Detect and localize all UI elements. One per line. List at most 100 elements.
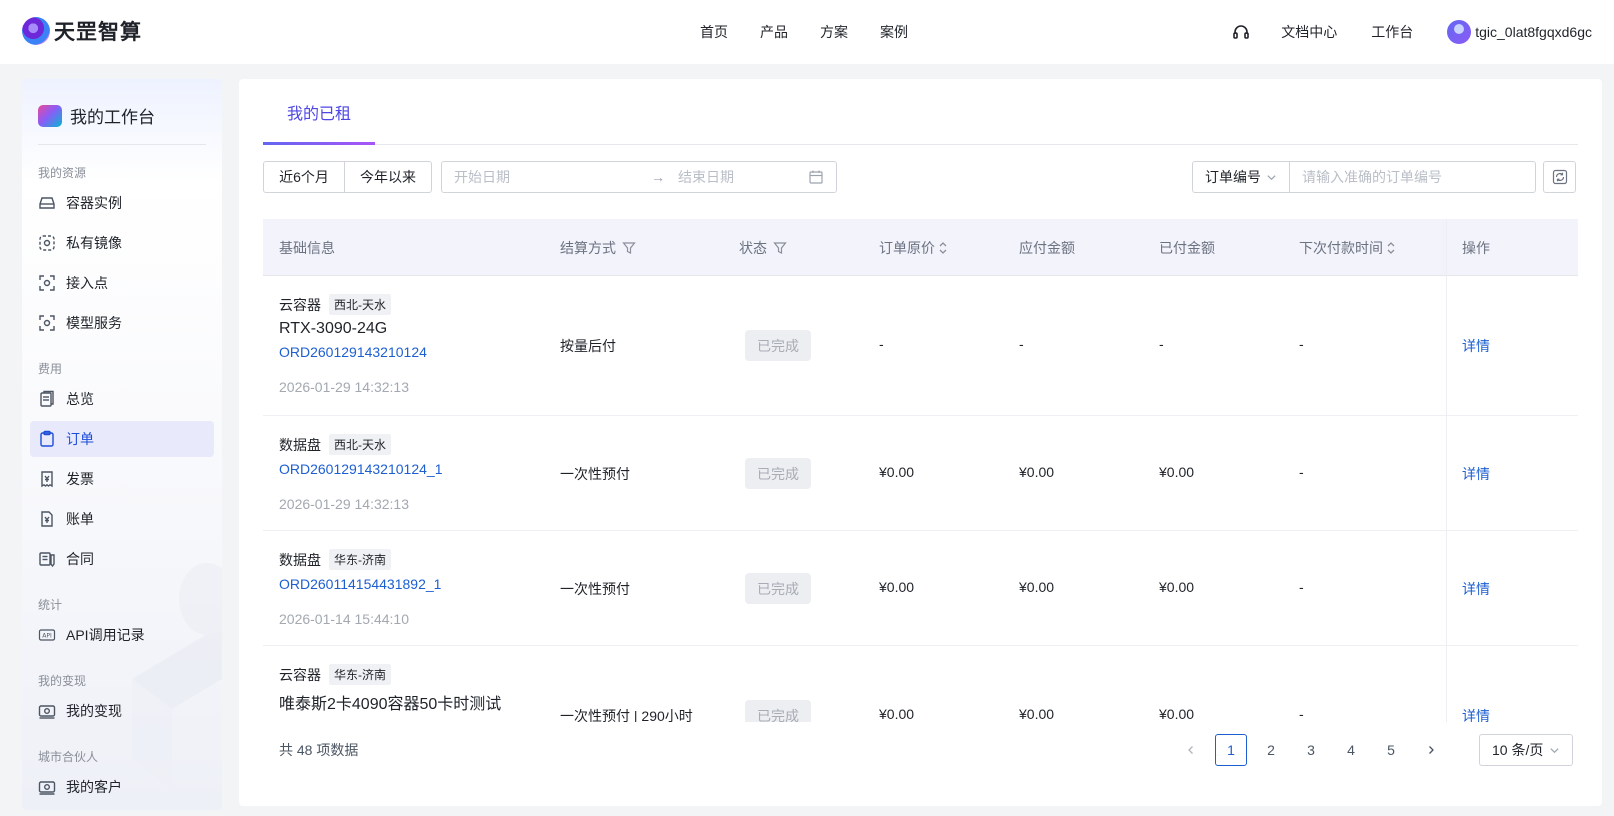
sort-icon[interactable] xyxy=(1386,240,1396,256)
region-tag: 西北-天水 xyxy=(329,294,391,315)
table-row: 云容器华东-济南 唯泰斯2卡4090容器50卡时测试 ORD2601141544… xyxy=(263,646,1578,722)
nav-products[interactable]: 产品 xyxy=(760,22,788,42)
filter-icon[interactable] xyxy=(773,241,787,255)
sidebar-item-containers[interactable]: 容器实例 xyxy=(30,185,214,221)
page-5-button[interactable]: 5 xyxy=(1375,734,1407,766)
sidebar-item-orders[interactable]: 订单 xyxy=(30,421,214,457)
nav-cases[interactable]: 案例 xyxy=(880,22,908,42)
nav-home[interactable]: 首页 xyxy=(700,22,728,42)
order-id-link[interactable]: ORD260114154431892_1 xyxy=(279,576,441,592)
sort-icon[interactable] xyxy=(938,240,948,256)
recent-6-months-button[interactable]: 近6个月 xyxy=(263,161,345,193)
headset-icon[interactable] xyxy=(1231,22,1251,42)
actions-column-divider xyxy=(1446,219,1447,722)
sidebar-item-customers[interactable]: 我的客户 xyxy=(30,769,214,805)
basic-info-cell: 云容器华东-济南 唯泰斯2卡4090容器50卡时测试 ORD2601141544… xyxy=(279,664,501,722)
detail-link[interactable]: 详情 xyxy=(1462,336,1490,356)
avatar[interactable] xyxy=(1447,20,1472,44)
billing-cell: 一次性预付 xyxy=(560,466,630,482)
status-badge: 已完成 xyxy=(745,330,811,361)
total-count: 共 48 项数据 xyxy=(279,742,359,758)
chevron-right-icon xyxy=(1429,746,1434,754)
order-id-link[interactable]: ORD260129143210124_1 xyxy=(279,461,442,477)
sidebar-item-bills[interactable]: 账单 xyxy=(30,501,214,537)
order-id-link[interactable]: ORD260129143210124 xyxy=(279,344,427,360)
next-pay-cell: - xyxy=(1299,706,1304,722)
user-nav: 文档中心 工作台 tgic_0lat8fgqxd6gc xyxy=(1231,0,1592,64)
sidebar-item-models[interactable]: 模型服务 xyxy=(30,305,214,341)
group-stats: 统计 xyxy=(38,598,63,612)
order-time: 2026-01-29 14:32:13 xyxy=(279,496,409,512)
refresh-button[interactable] xyxy=(1543,161,1576,193)
workbench-link[interactable]: 工作台 xyxy=(1371,22,1413,42)
sidebar-item-label: 我的变现 xyxy=(66,703,122,719)
page-size-select[interactable]: 10 条/页 xyxy=(1479,734,1573,766)
brand-logo[interactable]: 天罡智算 xyxy=(22,16,142,46)
page-4-button[interactable]: 4 xyxy=(1335,734,1367,766)
sidebar-item-label: 发票 xyxy=(66,471,94,487)
period-segment: 近6个月 今年以来 xyxy=(263,161,432,193)
svg-text:API: API xyxy=(42,633,52,640)
sidebar-item-overview[interactable]: 总览 xyxy=(30,381,214,417)
calendar-icon[interactable] xyxy=(808,169,824,185)
sidebar-item-label: 我的客户 xyxy=(66,779,122,795)
refresh-icon xyxy=(1552,169,1567,185)
resource-type: 数据盘 xyxy=(279,551,321,568)
chevron-down-icon xyxy=(1550,747,1559,753)
payable-cell: ¥0.00 xyxy=(1019,706,1055,722)
next-pay-cell: - xyxy=(1299,579,1304,595)
sidebar-item-api-logs[interactable]: API API调用记录 xyxy=(30,617,214,653)
order-id-link[interactable]: ORD260114154431892 xyxy=(279,720,501,722)
bill-icon xyxy=(38,510,56,528)
page-3-button[interactable]: 3 xyxy=(1295,734,1327,766)
page-2-button[interactable]: 2 xyxy=(1255,734,1287,766)
endpoint-icon xyxy=(38,274,56,292)
filter-icon[interactable] xyxy=(622,241,636,255)
col-actions: 操作 xyxy=(1462,239,1490,256)
logo-icon xyxy=(22,17,50,45)
paid-cell: ¥0.00 xyxy=(1159,464,1195,480)
detail-link[interactable]: 详情 xyxy=(1462,579,1490,599)
image-scan-icon xyxy=(38,234,56,252)
nav-solutions[interactable]: 方案 xyxy=(820,22,848,42)
region-tag: 西北-天水 xyxy=(329,434,391,455)
chevron-left-icon xyxy=(1188,746,1193,754)
detail-link[interactable]: 详情 xyxy=(1462,464,1490,484)
prev-page-button[interactable] xyxy=(1175,734,1207,766)
orig-price-cell: ¥0.00 xyxy=(879,464,915,480)
customer-icon xyxy=(38,778,56,796)
tab-my-rentals[interactable]: 我的已租 xyxy=(263,79,375,145)
page-size-value: 10 条/页 xyxy=(1492,742,1544,758)
col-next-pay-label: 下次付款时间 xyxy=(1299,239,1383,256)
end-date-input[interactable]: 结束日期 xyxy=(678,167,734,187)
brand-name: 天罡智算 xyxy=(54,21,142,44)
col-orig-price[interactable]: 订单原价 xyxy=(879,219,948,276)
sidebar-item-label: 合同 xyxy=(66,551,94,567)
page-1-button[interactable]: 1 xyxy=(1215,734,1247,766)
sidebar-item-endpoints[interactable]: 接入点 xyxy=(30,265,214,301)
region-tag: 华东-济南 xyxy=(329,549,391,570)
detail-link[interactable]: 详情 xyxy=(1462,706,1490,722)
sidebar-item-invoices[interactable]: 发票 xyxy=(30,461,214,497)
order-id-search-input[interactable] xyxy=(1290,161,1536,193)
docs-link[interactable]: 文档中心 xyxy=(1281,22,1337,42)
next-page-button[interactable] xyxy=(1415,734,1447,766)
sidebar-header: 我的工作台 xyxy=(38,103,155,128)
date-range-picker[interactable]: 开始日期 → 结束日期 xyxy=(441,161,837,193)
sidebar-item-images[interactable]: 私有镜像 xyxy=(30,225,214,261)
table-row: 云容器 西北-天水 RTX-3090-24G ORD260129143210124… xyxy=(263,276,1578,416)
this-year-button[interactable]: 今年以来 xyxy=(345,161,432,193)
start-date-input[interactable]: 开始日期 xyxy=(454,167,510,187)
status-badge: 已完成 xyxy=(745,458,811,489)
col-billing: 结算方式 xyxy=(560,219,636,276)
resource-type: 数据盘 xyxy=(279,436,321,453)
model-icon xyxy=(38,314,56,332)
sidebar-title: 我的工作台 xyxy=(70,108,155,127)
col-next-pay[interactable]: 下次付款时间 xyxy=(1299,219,1396,276)
sidebar-item-contracts[interactable]: 合同 xyxy=(30,541,214,577)
search-field-select[interactable]: 订单编号 xyxy=(1192,161,1290,193)
status-badge: 已完成 xyxy=(745,573,811,604)
sidebar-item-label: 接入点 xyxy=(66,275,108,291)
username[interactable]: tgic_0lat8fgqxd6gc xyxy=(1475,24,1592,40)
sidebar-item-my-monetize[interactable]: 我的变现 xyxy=(30,693,214,729)
